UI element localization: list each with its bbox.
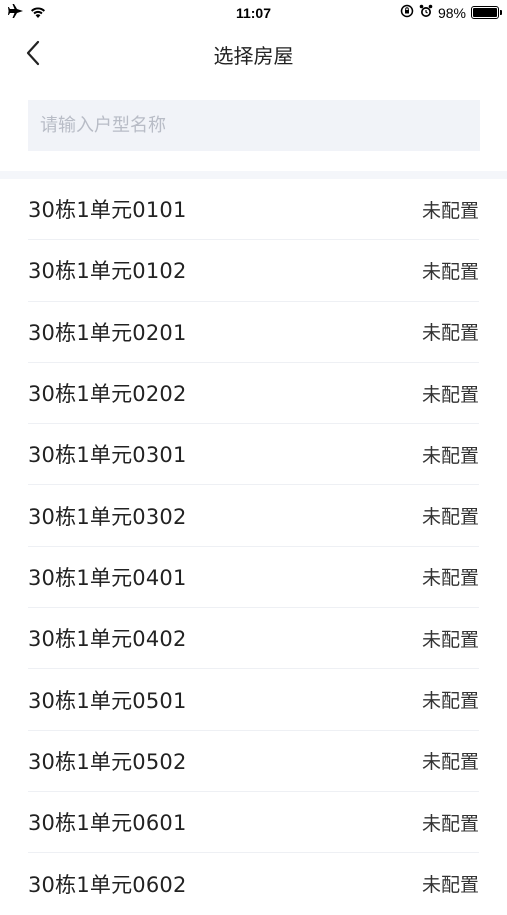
- room-row[interactable]: 30栋1单元0402 未配置: [28, 608, 479, 670]
- room-status: 未配置: [421, 690, 479, 713]
- search-box: [28, 100, 480, 151]
- room-name: 30栋1单元0302: [28, 504, 187, 529]
- room-row[interactable]: 30栋1单元0201 未配置: [28, 302, 479, 363]
- navigation-bar: 选择房屋: [0, 28, 507, 78]
- battery-percent: 98%: [437, 4, 466, 21]
- status-bar: 11:07 98%: [0, 0, 507, 28]
- room-name: 30栋1单元0202: [28, 382, 187, 407]
- room-name: 30栋1单元0301: [28, 443, 187, 468]
- room-name: 30栋1单元0601: [28, 811, 187, 836]
- room-status: 未配置: [421, 874, 479, 897]
- room-list: 30栋1单元0101 未配置 30栋1单元0102 未配置 30栋1单元0201 未配置 3…: [0, 179, 507, 915]
- room-row[interactable]: 30栋1单元0401 未配置: [28, 547, 479, 609]
- room-name: 30栋1单元0602: [28, 872, 187, 897]
- battery-fill: [473, 8, 497, 17]
- section-divider: [0, 171, 507, 179]
- room-name: 30栋1单元0502: [28, 749, 187, 774]
- room-row[interactable]: 30栋1单元0602 未配置: [28, 853, 479, 914]
- room-name: 30栋1单元0201: [28, 320, 187, 345]
- room-row[interactable]: 30栋1单元0101 未配置: [28, 179, 479, 241]
- room-name: 30栋1单元0101: [28, 198, 187, 223]
- room-status: 未配置: [421, 751, 479, 774]
- room-status: 未配置: [421, 260, 479, 283]
- room-status: 未配置: [421, 383, 479, 406]
- room-status: 未配置: [421, 506, 479, 529]
- room-status: 未配置: [421, 199, 479, 222]
- room-row[interactable]: 30栋1单元0102 未配置: [28, 240, 479, 302]
- room-row[interactable]: 30栋1单元0501 未配置: [28, 669, 479, 731]
- alarm-icon: [419, 4, 433, 21]
- room-name: 30栋1单元0501: [28, 688, 187, 713]
- room-status: 未配置: [421, 628, 479, 651]
- room-row[interactable]: 30栋1单元0202 未配置: [28, 363, 479, 425]
- room-row[interactable]: 30栋1单元0301 未配置: [28, 424, 479, 486]
- status-right: 98%: [400, 4, 502, 21]
- page-title: 选择房屋: [213, 44, 294, 68]
- orientation-lock-icon: [400, 4, 414, 21]
- room-row[interactable]: 30栋1单元0302 未配置: [28, 485, 479, 547]
- room-status: 未配置: [421, 567, 479, 590]
- room-name: 30栋1单元0102: [28, 259, 187, 284]
- room-name: 30栋1单元0401: [28, 565, 187, 590]
- battery-icon: [471, 6, 502, 19]
- room-row[interactable]: 30栋1单元0601 未配置: [28, 792, 479, 854]
- search-input[interactable]: [28, 100, 480, 151]
- room-status: 未配置: [421, 322, 479, 345]
- room-status: 未配置: [421, 444, 479, 467]
- room-status: 未配置: [421, 812, 479, 835]
- room-row[interactable]: 30栋1单元0502 未配置: [28, 731, 479, 792]
- room-name: 30栋1单元0402: [28, 627, 187, 652]
